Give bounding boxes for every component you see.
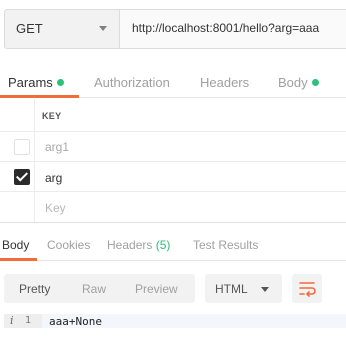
tab-headers[interactable]: Headers — [200, 75, 249, 90]
wrap-lines-button[interactable] — [292, 274, 322, 303]
param-key-arg[interactable]: arg — [45, 171, 62, 185]
response-tab-body[interactable]: Body — [2, 238, 29, 252]
new-key-input[interactable]: Key — [45, 201, 66, 215]
param-checkbox-arg1[interactable] — [14, 139, 30, 155]
method-label: GET — [16, 21, 43, 36]
params-dot-icon — [56, 79, 64, 86]
param-checkbox-arg[interactable] — [14, 169, 30, 185]
row-divider — [0, 131, 346, 132]
section-divider — [0, 222, 346, 223]
active-response-tab-indicator — [0, 258, 37, 261]
response-body-text: aaa+None — [49, 315, 102, 328]
response-tab-test-results[interactable]: Test Results — [193, 238, 258, 252]
headers-count: (5) — [155, 238, 171, 252]
row-divider — [0, 161, 346, 162]
view-pretty-button[interactable]: Pretty — [19, 282, 50, 296]
info-icon: i — [10, 314, 14, 327]
view-preview-button[interactable]: Preview — [135, 282, 178, 296]
view-raw-button[interactable]: Raw — [82, 282, 106, 296]
response-tab-headers[interactable]: Headers (5) — [107, 238, 170, 252]
url-text: http://localhost:8001/hello?arg=aaa — [132, 21, 320, 35]
chevron-down-icon — [99, 26, 107, 31]
tab-params[interactable]: Params — [8, 75, 64, 90]
tab-headers-label: Headers — [200, 75, 250, 90]
body-dot-icon — [311, 79, 319, 86]
line-number: 1 — [25, 315, 32, 326]
row-divider — [0, 191, 346, 192]
tab-authorization[interactable]: Authorization — [94, 75, 170, 90]
format-select-label: HTML — [215, 282, 248, 296]
active-tab-indicator — [0, 95, 79, 98]
response-tabs-divider — [0, 260, 346, 261]
tab-params-label: Params — [8, 75, 53, 90]
response-tab-headers-label: Headers — [107, 238, 153, 252]
tab-body[interactable]: Body — [278, 75, 319, 90]
key-column-header: KEY — [42, 111, 62, 121]
param-key-arg1[interactable]: arg1 — [45, 140, 69, 154]
tab-body-label: Body — [278, 75, 308, 90]
tab-authorization-label: Authorization — [94, 75, 170, 90]
wrap-lines-icon — [299, 282, 316, 297]
response-tab-cookies[interactable]: Cookies — [47, 238, 90, 252]
chevron-down-icon — [261, 287, 269, 292]
